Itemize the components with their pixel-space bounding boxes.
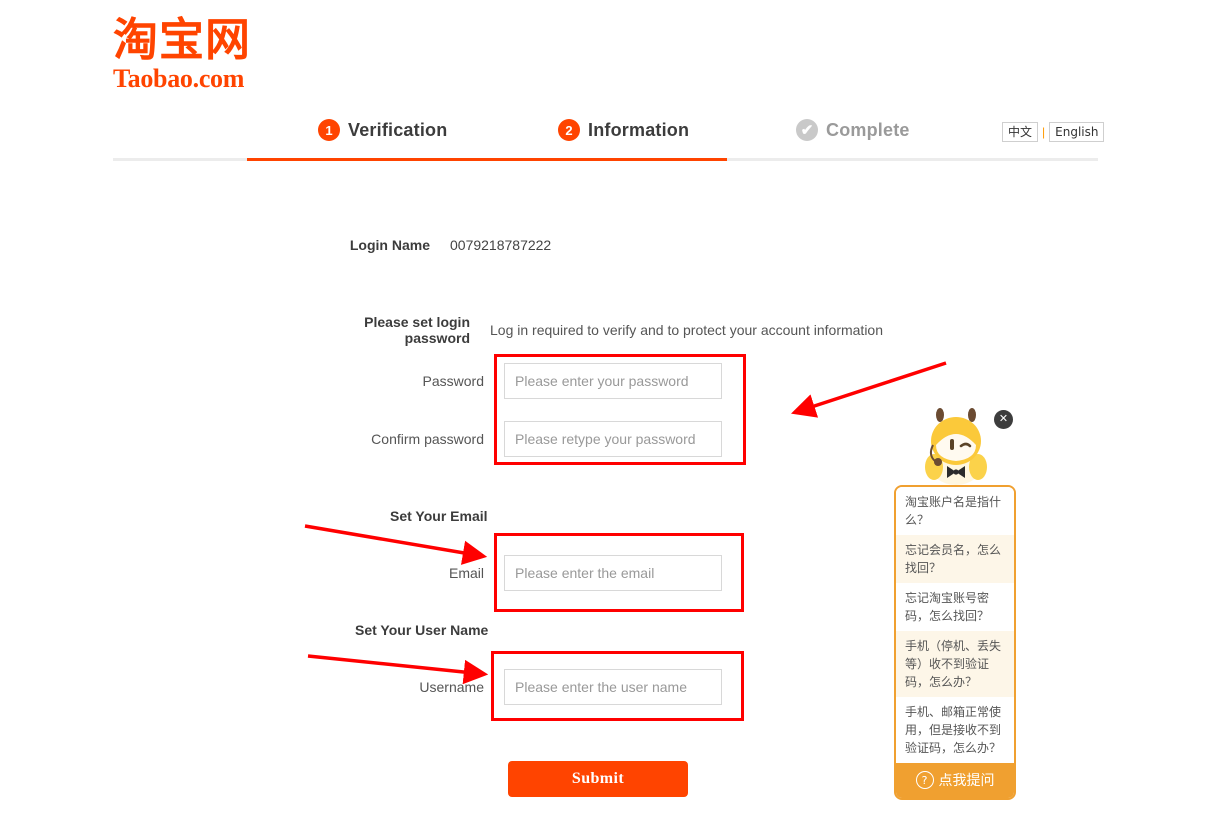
- step-2-badge: 2: [558, 119, 580, 141]
- step-1-label: Verification: [348, 119, 448, 140]
- chat-question-item[interactable]: 淘宝账户名是指什么？: [896, 487, 1014, 535]
- confirm-password-input[interactable]: [504, 421, 722, 457]
- chat-question-item[interactable]: 忘记淘宝账号密码，怎么找回？: [896, 583, 1014, 631]
- chat-question-item[interactable]: 手机、邮箱正常使用，但是接收不到验证码，怎么办？: [896, 697, 1014, 763]
- step-3-label: Complete: [826, 119, 910, 140]
- email-row: Email: [300, 555, 722, 591]
- set-password-row: Please set login password Log in require…: [300, 314, 883, 346]
- progress-track: [113, 158, 1098, 161]
- question-mark-icon: ?: [915, 771, 934, 789]
- password-row: Password: [300, 363, 722, 399]
- confirm-password-row: Confirm password: [300, 421, 722, 457]
- step-information: 2 Information: [558, 112, 689, 148]
- taobao-logo[interactable]: 淘宝网 Taobao.com: [113, 16, 313, 92]
- email-label: Email: [448, 565, 484, 581]
- chat-question-item[interactable]: 手机（停机、丢失等）收不到验证码，怎么办？: [896, 631, 1014, 697]
- username-section-heading: Set Your User Name: [355, 622, 489, 638]
- check-circle-icon: ✔: [796, 119, 818, 141]
- login-name-value: 0079218787222: [450, 237, 552, 253]
- login-name-label: Login Name: [349, 237, 430, 253]
- logo-chinese-text: 淘宝网: [113, 13, 252, 66]
- step-verification: 1 Verification: [318, 112, 447, 148]
- mascot-icon: [925, 408, 987, 485]
- username-input[interactable]: [504, 669, 722, 705]
- language-switcher[interactable]: 中文 | English: [1002, 122, 1105, 142]
- ask-question-button[interactable]: ? 点我提问: [896, 763, 1014, 798]
- step-complete: ✔ Complete: [796, 112, 910, 148]
- lang-chinese-button[interactable]: 中文: [1002, 122, 1039, 142]
- chat-question-panel: 淘宝账户名是指什么？ 忘记会员名，怎么找回？ 忘记淘宝账号密码，怎么找回？ 手机…: [894, 485, 1016, 800]
- ask-question-label: 点我提问: [938, 773, 995, 789]
- close-icon[interactable]: ✕: [994, 410, 1013, 429]
- help-chat-widget: ✕ 淘宝账户名是指什么？ 忘记会员名，怎么找回？ 忘记淘宝账号密码，怎么找回？ …: [890, 400, 1020, 800]
- password-input[interactable]: [504, 363, 722, 399]
- step-1-badge: 1: [318, 119, 340, 141]
- step-2-label: Information: [588, 119, 690, 140]
- username-label: Username: [419, 679, 484, 695]
- email-section-heading: Set Your Email: [390, 508, 488, 524]
- email-input[interactable]: [504, 555, 722, 591]
- set-password-label: Please set login password: [364, 314, 470, 346]
- password-label: Password: [422, 373, 484, 389]
- lang-english-button[interactable]: English: [1049, 122, 1105, 142]
- confirm-password-label: Confirm password: [371, 431, 484, 447]
- lang-separator: |: [1042, 125, 1046, 139]
- progress-fill: [247, 158, 727, 161]
- login-name-row: Login Name 0079218787222: [300, 237, 551, 253]
- chat-question-item[interactable]: 忘记会员名，怎么找回？: [896, 535, 1014, 583]
- username-row: Username: [300, 669, 722, 705]
- set-password-hint: Log in required to verify and to protect…: [490, 322, 883, 338]
- logo-latin-text: Taobao.com: [113, 64, 245, 93]
- submit-button[interactable]: Submit: [508, 761, 688, 797]
- step-indicator: 1 Verification 2 Information ✔ Complete: [113, 112, 1118, 162]
